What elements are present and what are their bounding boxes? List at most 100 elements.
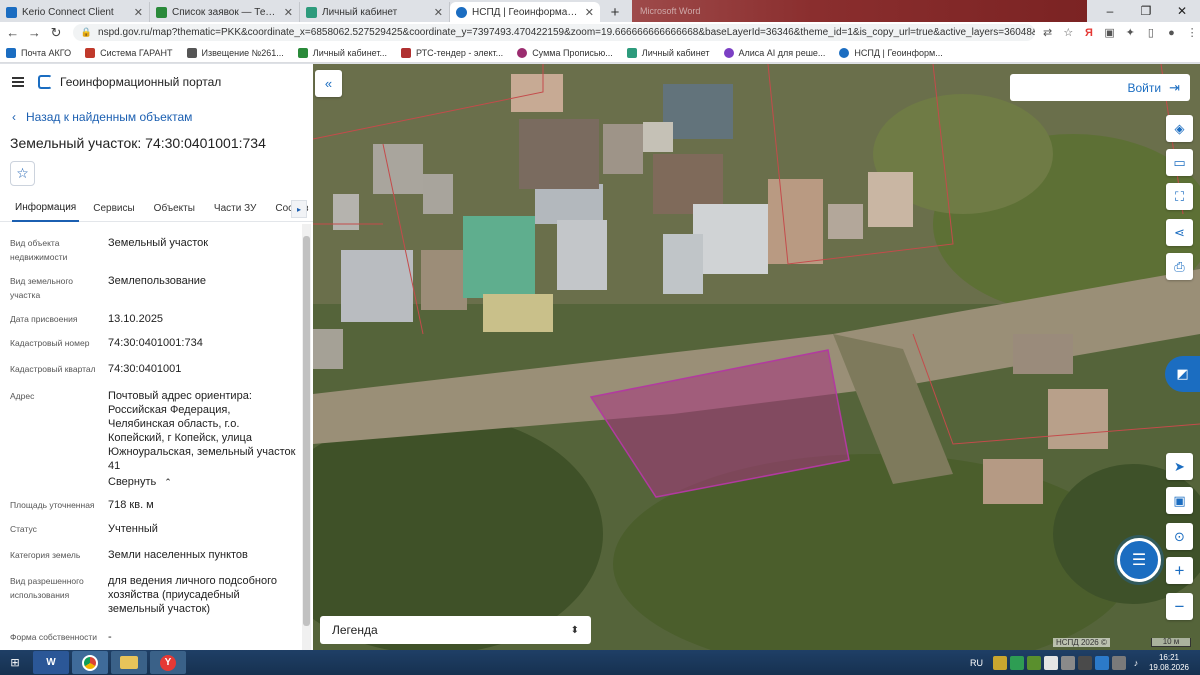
speaker-icon[interactable]: ♪ (1129, 656, 1143, 670)
collapse-panel-button[interactable]: « (315, 70, 342, 97)
chat-assistant-button[interactable]: ☰ (1117, 538, 1161, 582)
geolocation-button[interactable]: ➤ (1166, 453, 1193, 480)
bookmark-item[interactable]: Сумма Прописью... (517, 47, 613, 58)
tab-parts[interactable]: Части ЗУ (214, 196, 256, 222)
side-widget-tab[interactable]: ◩ (1165, 356, 1200, 392)
minimize-button[interactable]: ‒ (1092, 0, 1128, 22)
chevron-up-icon: ⌃ (164, 477, 172, 487)
login-button[interactable]: Войти ⇥ (1010, 74, 1190, 101)
bookmark-favicon (401, 47, 412, 58)
basemap-icon: ▣ (1173, 492, 1186, 508)
profile-icon[interactable]: ● (1164, 25, 1180, 41)
tab-info[interactable]: Информация (12, 196, 80, 222)
object-title: Земельный участок: 74:30:0401001:734 (10, 135, 266, 151)
yandex-icon[interactable]: Я (1081, 25, 1097, 41)
address-value: Почтовый адрес ориентира: Российская Фед… (108, 390, 296, 472)
tray-app-icon[interactable] (1010, 655, 1024, 670)
bookmarks-bar: Почта АКГО Система ГАРАНТ Извещение №261… (0, 43, 1200, 63)
clock[interactable]: 16:21 19.08.2026 (1146, 653, 1192, 673)
tray-app-icon[interactable] (1078, 655, 1092, 670)
satellite-imagery (313, 64, 1200, 650)
browser-tab-tehnokad[interactable]: Список заявок — ТехноКад-Муни ✕ (150, 2, 300, 22)
bookmark-item[interactable]: Личный кабинет... (297, 47, 387, 58)
bookmark-favicon (517, 47, 528, 58)
bookmark-item[interactable]: Почта АКГО (6, 47, 71, 58)
bookmark-item[interactable]: Система ГАРАНТ (85, 47, 173, 58)
tray-app-icon[interactable] (1095, 655, 1109, 670)
bookmark-item[interactable]: РТС-тендер - элект... (401, 47, 503, 58)
taskbar-word[interactable]: W (33, 651, 69, 674)
bookmark-item[interactable]: Алиса AI для реше... (723, 47, 825, 58)
tabs-next-arrow-icon[interactable]: ▸ (291, 200, 307, 218)
maximize-button[interactable]: ❐ (1128, 0, 1164, 22)
bookmark-favicon (626, 47, 637, 58)
translate-icon[interactable]: ⇄ (1040, 25, 1056, 41)
widget-icon: ◩ (1176, 366, 1189, 381)
tray-app-icon[interactable] (1112, 655, 1126, 670)
map-attribution: НСПД 2026 © (1053, 638, 1110, 647)
menu-dots-icon[interactable]: ⋮ (1184, 25, 1200, 41)
tray-app-icon[interactable] (1061, 655, 1075, 670)
browser-tab-nspd[interactable]: НСПД | Геоинформационный п ✕ (450, 2, 600, 22)
bookmark-item[interactable]: Личный кабинет (626, 47, 710, 58)
puzzle-icon[interactable]: ✦ (1122, 25, 1138, 41)
close-icon[interactable]: ✕ (585, 6, 594, 19)
portal-header: Геоинформационный портал (0, 64, 313, 100)
select-area-button[interactable]: ⛶ (1166, 183, 1193, 210)
taskbar-explorer[interactable] (111, 651, 147, 674)
ruler-button[interactable]: ▭ (1166, 149, 1193, 176)
close-icon[interactable]: ✕ (134, 6, 143, 19)
sidebar-icon[interactable]: ▯ (1143, 25, 1159, 41)
select-area-icon: ⛶ (1174, 188, 1185, 204)
share-button[interactable]: ⋖ (1166, 219, 1193, 246)
yandex-browser-icon: Y (160, 654, 176, 671)
browser-tab-cabinet[interactable]: Личный кабинет ✕ (300, 2, 450, 22)
tray-app-icon[interactable] (1027, 655, 1041, 670)
tab-services[interactable]: Сервисы (93, 196, 134, 222)
new-tab-button[interactable]: + (606, 3, 624, 21)
favorite-button[interactable]: ☆ (10, 161, 35, 186)
object-info-panel: Геоинформационный портал ‹ Назад к найде… (0, 64, 313, 650)
lock-icon: 🔒 (80, 27, 93, 37)
layers-button[interactable]: ◈ (1166, 115, 1193, 142)
legend-select[interactable]: Легенда ⬍ (320, 616, 591, 644)
tray-app-icon[interactable] (1044, 655, 1058, 670)
window-close-button[interactable]: ✕ (1164, 0, 1200, 22)
zoom-out-button[interactable]: − (1166, 593, 1193, 620)
bookmark-star-icon[interactable]: ☆ (1060, 25, 1076, 41)
double-chevron-left-icon: « (324, 76, 333, 91)
basemap-button[interactable]: ▣ (1166, 487, 1193, 514)
chevron-left-icon: ‹ (12, 110, 16, 124)
close-icon[interactable]: ✕ (434, 6, 443, 19)
extension-icon[interactable]: ▣ (1102, 25, 1118, 41)
search-location-button[interactable]: ⊙ (1166, 523, 1193, 550)
print-button[interactable]: ⎙ (1166, 253, 1193, 280)
browser-tab-kerio[interactable]: Kerio Connect Client ✕ (0, 2, 150, 22)
close-icon[interactable]: ✕ (284, 6, 293, 19)
minus-icon: − (1174, 596, 1185, 616)
overlapping-word-window: Microsoft Word (632, 0, 1087, 22)
reload-icon[interactable]: ↻ (47, 24, 65, 42)
bookmark-favicon (723, 47, 734, 58)
language-indicator[interactable]: RU (970, 658, 983, 668)
panel-scrollbar-thumb[interactable] (303, 236, 310, 626)
chrome-icon (82, 654, 98, 671)
forward-arrow-icon[interactable]: → (26, 24, 44, 42)
url-input[interactable]: 🔒 nspd.gov.ru/map?thematic=PKK&coordinat… (72, 24, 1035, 41)
back-to-results-link[interactable]: ‹ Назад к найденным объектам (12, 110, 192, 124)
collapse-link[interactable]: Свернуть ⌃ (108, 475, 298, 489)
scale-bar: 10 м (1151, 638, 1191, 647)
tab-objects[interactable]: Объекты (154, 196, 195, 222)
taskbar-chrome[interactable] (72, 651, 108, 674)
gmail-icon (156, 6, 167, 18)
bookmark-item[interactable]: Извещение №261... (186, 47, 284, 58)
back-arrow-icon[interactable]: ← (4, 24, 22, 42)
hamburger-menu-icon[interactable] (12, 77, 24, 87)
taskbar-yandex[interactable]: Y (150, 651, 186, 674)
start-button[interactable]: ⊞ (0, 650, 30, 675)
zoom-in-button[interactable]: + (1166, 557, 1193, 584)
bookmark-item[interactable]: НСПД | Геоинформ... (839, 47, 943, 58)
tray-app-icon[interactable] (993, 655, 1007, 670)
map-canvas[interactable]: « Войти ⇥ ◈ ▭ ⛶ ⋖ ⎙ ◩ ➤ ▣ ⊙ + − ☰ Легенд… (313, 64, 1200, 650)
windows-logo-icon: ⊞ (10, 657, 20, 669)
